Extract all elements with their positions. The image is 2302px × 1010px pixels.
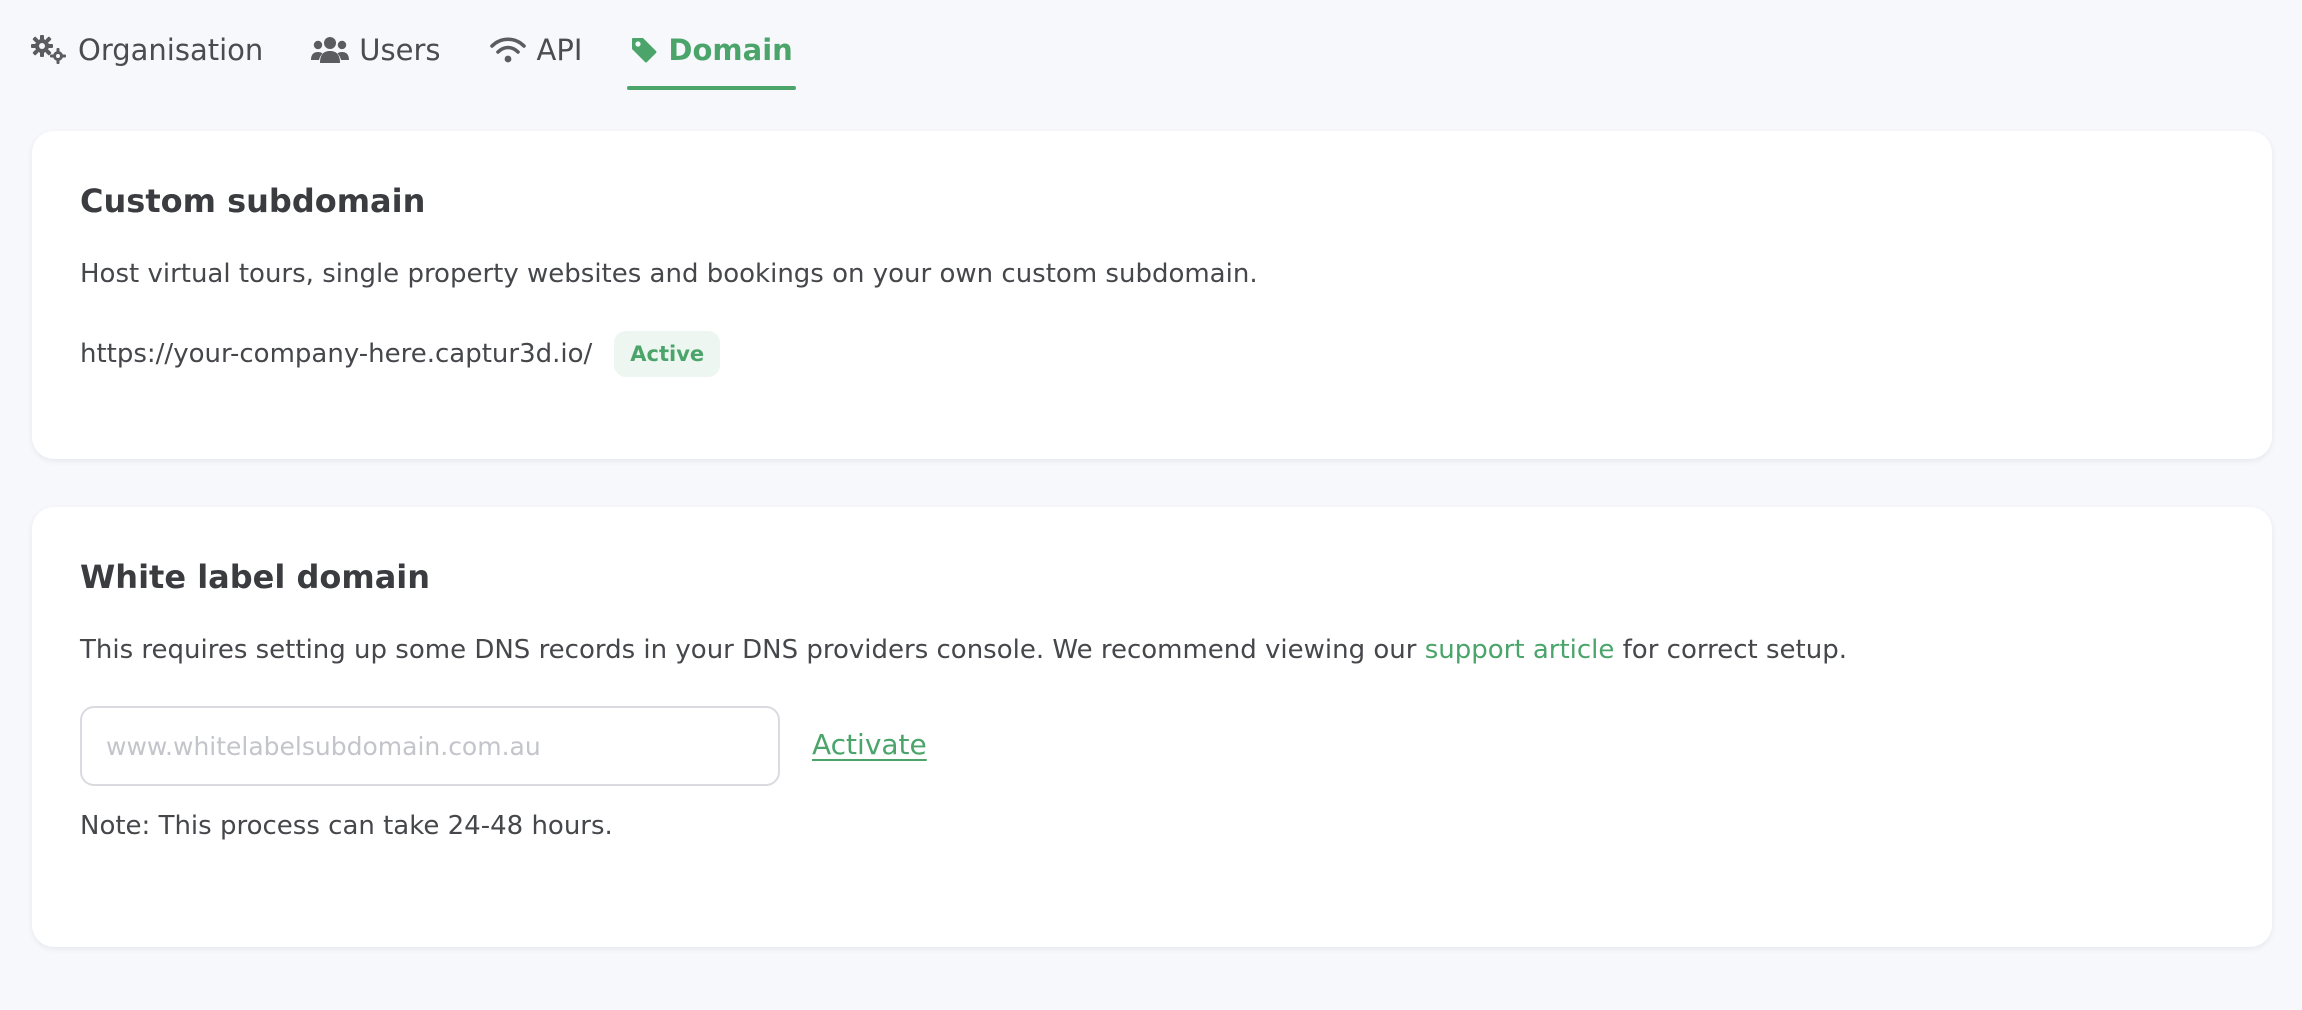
users-icon	[311, 34, 350, 66]
tag-icon	[630, 34, 658, 66]
subdomain-url: https://your-company-here.captur3d.io/	[80, 339, 593, 369]
activate-button[interactable]: Activate	[812, 728, 927, 761]
status-badge: Active	[614, 331, 721, 377]
tab-users[interactable]: Users	[311, 24, 441, 76]
tab-label: Users	[359, 33, 441, 67]
settings-tabs: Organisation Users API Domain	[30, 24, 841, 92]
white-label-domain-input[interactable]	[80, 706, 780, 786]
tab-domain[interactable]: Domain	[627, 24, 797, 90]
white-label-domain-card: White label domain This requires setting…	[32, 507, 2272, 947]
custom-subdomain-card: Custom subdomain Host virtual tours, sin…	[32, 131, 2272, 459]
subdomain-row: https://your-company-here.captur3d.io/ A…	[80, 331, 721, 377]
tab-api[interactable]: API	[489, 24, 583, 76]
tab-label: Organisation	[78, 33, 264, 67]
support-article-link[interactable]: support article	[1425, 635, 1615, 665]
white-label-description: This requires setting up some DNS record…	[80, 635, 1847, 665]
description-text-after: for correct setup.	[1614, 635, 1847, 665]
wifi-icon	[489, 34, 527, 66]
description-text-before: This requires setting up some DNS record…	[80, 635, 1425, 665]
custom-subdomain-title: Custom subdomain	[80, 182, 426, 220]
tab-label: Domain	[668, 33, 793, 67]
custom-subdomain-description: Host virtual tours, single property webs…	[80, 259, 1258, 289]
tab-label: API	[536, 33, 583, 67]
gears-icon	[30, 34, 68, 66]
tab-organisation[interactable]: Organisation	[30, 24, 263, 76]
processing-note: Note: This process can take 24-48 hours.	[80, 811, 613, 841]
white-label-title: White label domain	[80, 558, 431, 596]
